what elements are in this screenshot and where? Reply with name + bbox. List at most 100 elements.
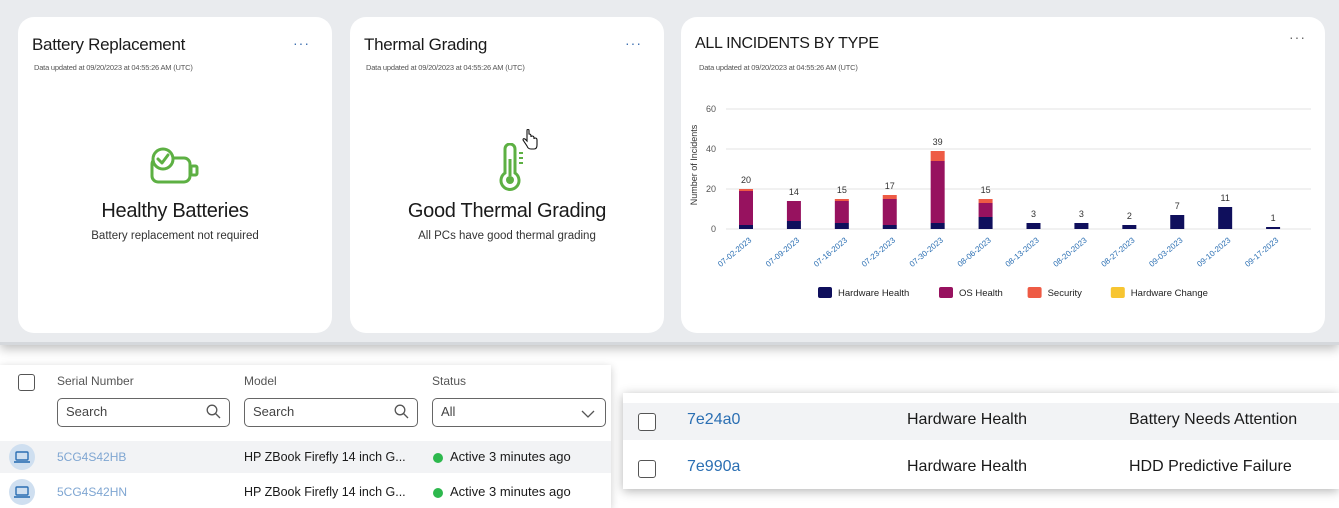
data-label: 17 xyxy=(885,181,895,191)
status-cell: Active 3 minutes ago xyxy=(450,449,571,464)
search-icon xyxy=(206,404,221,422)
legend-swatch xyxy=(818,287,832,298)
x-tick-label: 09-10-2023 xyxy=(1195,235,1233,269)
status-active-icon xyxy=(433,453,443,463)
incidents-by-type-card: ALL INCIDENTS BY TYPE Data updated at 09… xyxy=(681,17,1325,333)
bar-segment xyxy=(786,221,801,229)
card-menu-button[interactable]: ··· xyxy=(293,35,310,51)
laptop-icon xyxy=(9,479,35,505)
serial-search-placeholder: Search xyxy=(66,404,108,419)
bar-segment xyxy=(1026,223,1041,229)
x-tick-label: 07-02-2023 xyxy=(716,235,754,269)
bar-segment xyxy=(882,195,897,199)
x-tick-label: 08-20-2023 xyxy=(1052,235,1090,269)
data-label: 7 xyxy=(1175,201,1180,211)
select-all-checkbox[interactable] xyxy=(18,374,35,391)
legend-label: Hardware Health xyxy=(838,288,909,299)
bar-segment xyxy=(739,189,753,191)
x-tick-label: 08-27-2023 xyxy=(1099,235,1137,269)
bar-segment xyxy=(1266,227,1281,229)
battery-status-headline: Healthy Batteries xyxy=(101,200,249,222)
legend-swatch xyxy=(939,287,953,298)
bar-segment xyxy=(882,225,897,229)
data-label: 2 xyxy=(1127,211,1132,221)
data-label: 11 xyxy=(1220,193,1229,203)
bar-segment xyxy=(978,217,993,229)
x-tick-label: 07-09-2023 xyxy=(764,235,802,269)
bar-segment xyxy=(1170,215,1185,229)
model-search-input[interactable]: Search xyxy=(244,398,418,427)
data-label: 1 xyxy=(1271,213,1276,223)
model-search-placeholder: Search xyxy=(253,404,295,419)
incident-description-cell: Battery Needs Attention xyxy=(1129,411,1298,428)
column-header-model: Model xyxy=(244,374,277,388)
legend-label: Security xyxy=(1048,288,1083,299)
device-table: Serial Number Model Status Search Search… xyxy=(0,365,611,508)
y-tick-label: 0 xyxy=(711,224,716,234)
data-label: 14 xyxy=(789,187,799,197)
hand-cursor-icon xyxy=(522,128,538,151)
status-filter-select[interactable]: All xyxy=(432,398,606,427)
bar-segment xyxy=(978,199,993,203)
data-label: 39 xyxy=(933,137,943,147)
card-updated-text: Data updated at 09/20/2023 at 04:55:26 A… xyxy=(34,63,193,72)
bar-segment xyxy=(930,161,945,223)
battery-check-icon xyxy=(150,147,202,187)
legend-swatch xyxy=(1110,287,1125,298)
card-updated-text: Data updated at 09/20/2023 at 04:55:26 A… xyxy=(366,63,525,72)
serial-number-link[interactable]: 5CG4S42HB xyxy=(57,450,126,464)
serial-search-input[interactable]: Search xyxy=(57,398,230,427)
bar-segment xyxy=(882,199,897,225)
battery-replacement-card: Battery Replacement Data updated at 09/2… xyxy=(18,17,332,333)
laptop-icon xyxy=(9,444,35,470)
bar-segment xyxy=(834,223,849,229)
thermal-status-headline: Good Thermal Grading xyxy=(407,200,607,222)
model-cell: HP ZBook Firefly 14 inch G... xyxy=(244,450,406,464)
data-label: 15 xyxy=(981,185,991,195)
y-axis-label: Number of Incidents xyxy=(689,124,699,205)
search-icon xyxy=(394,404,409,422)
x-tick-label: 08-13-2023 xyxy=(1004,235,1042,269)
table-row[interactable]: 5CG4S42HB HP ZBook Firefly 14 inch G... … xyxy=(0,441,611,473)
card-menu-button[interactable]: ··· xyxy=(625,35,642,51)
x-tick-label: 09-17-2023 xyxy=(1243,235,1281,269)
incidents-bar-chart: Number of Incidents 0 20 40 60 20 07-02-2023 1… xyxy=(689,104,1311,299)
y-tick-label: 60 xyxy=(706,104,716,114)
legend-swatch xyxy=(1027,287,1042,298)
bar-segment xyxy=(834,199,849,201)
data-label: 3 xyxy=(1079,209,1084,219)
bar-segment xyxy=(1074,223,1089,229)
card-title: Thermal Grading xyxy=(364,35,488,54)
status-active-icon xyxy=(433,488,443,498)
bar-segment xyxy=(930,223,945,229)
incident-type-cell: Hardware Health xyxy=(907,411,1028,428)
serial-number-link[interactable]: 5CG4S42HN xyxy=(57,485,127,499)
battery-status-detail: Battery replacement not required xyxy=(91,230,259,242)
table-row[interactable]: 5CG4S42HN HP ZBook Firefly 14 inch G... … xyxy=(0,476,611,508)
model-cell: HP ZBook Firefly 14 inch G... xyxy=(244,485,406,499)
incident-id-link[interactable]: 7e990a xyxy=(687,458,740,476)
data-label: 20 xyxy=(741,175,751,185)
status-cell: Active 3 minutes ago xyxy=(450,484,571,499)
card-title: Battery Replacement xyxy=(32,35,186,54)
x-tick-label: 07-23-2023 xyxy=(860,235,898,269)
column-header-serial: Serial Number xyxy=(57,374,134,388)
x-tick-label: 07-16-2023 xyxy=(812,235,850,269)
bar-segment xyxy=(1122,225,1137,229)
thermal-grading-card: Thermal Grading Data updated at 09/20/20… xyxy=(350,17,664,333)
row-checkbox[interactable] xyxy=(638,413,656,431)
list-item[interactable]: 7e990a Hardware Health HDD Predictive Fa… xyxy=(623,450,1339,487)
incident-id-link[interactable]: 7e24a0 xyxy=(687,411,740,429)
incident-list: 7e24a0 Hardware Health Battery Needs Att… xyxy=(623,393,1339,489)
bar-segment xyxy=(739,225,753,229)
y-tick-label: 40 xyxy=(706,144,716,154)
x-tick-label: 08-06-2023 xyxy=(956,235,994,269)
incident-description-cell: HDD Predictive Failure xyxy=(1129,458,1292,475)
chevron-down-icon xyxy=(581,407,595,422)
data-label: 15 xyxy=(837,185,847,195)
thermal-status-detail: All PCs have good thermal grading xyxy=(418,230,596,242)
row-checkbox[interactable] xyxy=(638,460,656,478)
y-tick-label: 20 xyxy=(706,184,716,194)
incident-type-cell: Hardware Health xyxy=(907,458,1028,475)
list-item[interactable]: 7e24a0 Hardware Health Battery Needs Att… xyxy=(623,403,1339,440)
